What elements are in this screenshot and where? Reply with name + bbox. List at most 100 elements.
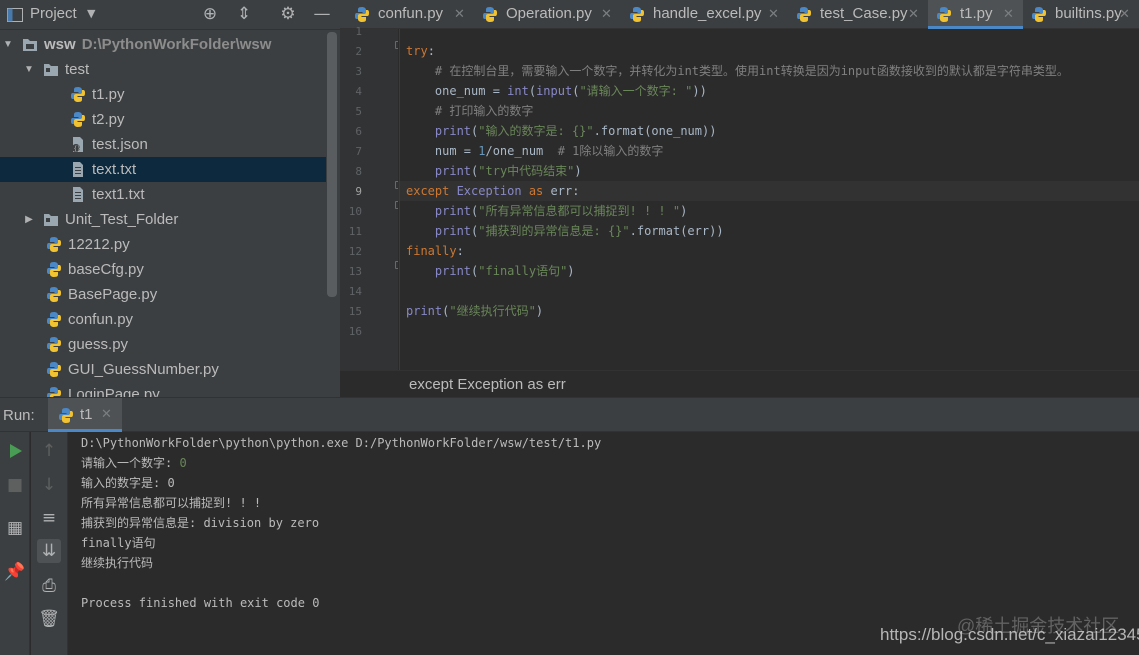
code-token: "继续执行代码" bbox=[449, 304, 536, 318]
tree-folder-item[interactable]: ▼ wsw D:\PythonWorkFolder\wsw bbox=[0, 32, 326, 57]
python-file-icon bbox=[47, 362, 61, 377]
breadcrumb-item[interactable]: except Exception as err bbox=[409, 376, 566, 393]
close-icon[interactable]: ✕ bbox=[768, 0, 779, 28]
close-icon[interactable]: ✕ bbox=[1003, 0, 1014, 28]
editor-tab[interactable]: builtins.py ✕ bbox=[1023, 0, 1139, 29]
close-icon[interactable]: ✕ bbox=[908, 0, 919, 28]
code-token: : bbox=[427, 44, 435, 58]
tree-file-item[interactable]: t2.py bbox=[0, 107, 326, 132]
run-tab-t1[interactable]: t1 ✕ bbox=[48, 398, 122, 432]
code-token: ( bbox=[528, 84, 537, 98]
project-view-selector[interactable]: Project bbox=[30, 5, 77, 22]
json-file-icon: {} bbox=[72, 137, 83, 153]
tree-item-label: guess.py bbox=[68, 336, 129, 353]
code-line: print("所有异常信息都可以捕捉到! ! ! ") bbox=[406, 201, 687, 221]
tree-item-label: wsw D:\PythonWorkFolder\wsw bbox=[44, 36, 272, 53]
line-number: 16 bbox=[348, 325, 362, 338]
svg-text:{}: {} bbox=[74, 146, 81, 153]
code-line: print("捕获到的异常信息是: {}".format(err)) bbox=[406, 221, 724, 241]
editor-tab-label: builtins.py bbox=[1055, 5, 1122, 22]
code-token: .format(one_num)) bbox=[593, 124, 717, 138]
stop-icon[interactable]: ■ bbox=[3, 473, 27, 497]
tree-folder-item[interactable]: ▼ test bbox=[0, 57, 326, 82]
layout-icon[interactable]: ▦ bbox=[3, 516, 27, 540]
pin-icon[interactable]: 📌 bbox=[3, 560, 27, 584]
python-file-icon bbox=[47, 387, 61, 397]
code-line: finally: bbox=[406, 241, 464, 261]
tree-file-item[interactable]: t1.py bbox=[0, 82, 326, 107]
tree-file-item[interactable]: LoginPage.py bbox=[0, 382, 326, 397]
line-number: 12 bbox=[348, 245, 362, 258]
python-file-icon bbox=[630, 7, 644, 22]
code-token: print bbox=[434, 164, 472, 178]
chevron-down-icon[interactable]: ▼ bbox=[23, 57, 35, 82]
line-number: 11 bbox=[348, 225, 362, 238]
hide-panel-icon[interactable]: — bbox=[312, 4, 332, 24]
tree-file-item[interactable]: confun.py bbox=[0, 307, 326, 332]
line-number: 8 bbox=[355, 165, 362, 178]
editor-tab-label: Operation.py bbox=[506, 5, 592, 22]
trash-icon[interactable]: 🗑 bbox=[37, 607, 61, 631]
tree-file-item[interactable]: GUI_GuessNumber.py bbox=[0, 357, 326, 382]
console-line: finally语句 bbox=[81, 533, 1131, 553]
editor: confun.py ✕ Operation.py ✕ handle_excel.py ✕ t… bbox=[340, 0, 1139, 397]
editor-tab[interactable]: Operation.py ✕ bbox=[474, 0, 621, 29]
collapse-all-icon[interactable]: ⇕ bbox=[234, 4, 254, 24]
line-number: 1 bbox=[355, 25, 362, 38]
rerun-play-icon[interactable] bbox=[3, 439, 27, 463]
code-line: print("try中代码结束") bbox=[406, 161, 582, 181]
code-line: print("finally语句") bbox=[406, 261, 575, 281]
tree-file-item[interactable]: text.txt bbox=[0, 157, 326, 182]
code-area[interactable]: try: # 在控制台里，需要输入一个数字，并转化为int类型。使用int转换是… bbox=[398, 29, 1139, 370]
console-output[interactable]: D:\PythonWorkFolder\python\python.exe D:… bbox=[81, 433, 1131, 613]
gear-icon[interactable]: ⚙ bbox=[278, 4, 298, 24]
line-number: 9 bbox=[355, 185, 362, 198]
scroll-to-end-icon[interactable]: ⇊ bbox=[37, 539, 61, 563]
console-text: 输入的数字是: 0 bbox=[81, 476, 175, 490]
tree-file-item[interactable]: baseCfg.py bbox=[0, 257, 326, 282]
breadcrumb[interactable]: except Exception as err bbox=[340, 370, 1139, 397]
arrow-up-icon[interactable]: ↑ bbox=[37, 439, 61, 463]
tree-file-item[interactable]: guess.py bbox=[0, 332, 326, 357]
line-number-gutter: 1 2 3 4 5 6 7 8 9 10 11 12 13 14 15 16 bbox=[340, 25, 403, 370]
close-icon[interactable]: ✕ bbox=[101, 407, 112, 422]
code-token: "请输入一个数字: " bbox=[579, 84, 693, 98]
code-token: # 在控制台里，需要输入一个数字，并转化为int类型。使用int转换是因为inp… bbox=[406, 64, 1069, 78]
print-icon[interactable]: ⎙ bbox=[37, 574, 61, 598]
tree-item-label: t1.py bbox=[92, 86, 125, 103]
python-file-icon bbox=[797, 7, 811, 22]
code-token: .format(err)) bbox=[629, 224, 724, 238]
chevron-down-icon[interactable]: ▼ bbox=[87, 7, 95, 20]
arrow-down-icon[interactable]: ↓ bbox=[37, 473, 61, 497]
project-header: Project ▼ ⊕ ⇕ ⚙ — bbox=[0, 0, 340, 30]
chevron-down-icon[interactable]: ▼ bbox=[2, 32, 14, 57]
editor-tab-label: confun.py bbox=[378, 5, 444, 22]
tree-folder-item[interactable]: ▶ Unit_Test_Folder bbox=[0, 207, 326, 232]
chevron-right-icon[interactable]: ▶ bbox=[23, 207, 35, 232]
code-token: print bbox=[434, 264, 472, 278]
code-token: : bbox=[456, 244, 464, 258]
code-token: print bbox=[434, 224, 472, 238]
tree-file-item[interactable]: {} test.json bbox=[0, 132, 326, 157]
tree-file-item[interactable]: BasePage.py bbox=[0, 282, 326, 307]
python-file-icon bbox=[47, 312, 61, 327]
editor-tab[interactable]: test_Case.py ✕ bbox=[788, 0, 928, 29]
close-icon[interactable]: ✕ bbox=[601, 0, 612, 28]
code-token: one_num = bbox=[406, 84, 508, 98]
code-token: "finally语句" bbox=[478, 264, 568, 278]
tree-file-item[interactable]: 12212.py bbox=[0, 232, 326, 257]
editor-tab[interactable]: confun.py ✕ bbox=[346, 0, 474, 29]
folder-icon bbox=[44, 214, 58, 226]
tree-file-item[interactable]: text1.txt bbox=[0, 182, 326, 207]
tree-scrollbar[interactable] bbox=[327, 32, 337, 297]
editor-tab[interactable]: handle_excel.py ✕ bbox=[621, 0, 788, 29]
soft-wrap-icon[interactable]: ≡ bbox=[37, 506, 61, 530]
console-line: 请输入一个数字: 0 bbox=[81, 453, 1131, 473]
locate-file-icon[interactable]: ⊕ bbox=[200, 4, 220, 24]
close-icon[interactable]: ✕ bbox=[1119, 0, 1130, 28]
close-icon[interactable]: ✕ bbox=[454, 0, 465, 28]
console-line: D:\PythonWorkFolder\python\python.exe D:… bbox=[81, 433, 1131, 453]
tree-item-label: BasePage.py bbox=[68, 286, 158, 303]
editor-tab[interactable]: t1.py ✕ bbox=[928, 0, 1023, 29]
